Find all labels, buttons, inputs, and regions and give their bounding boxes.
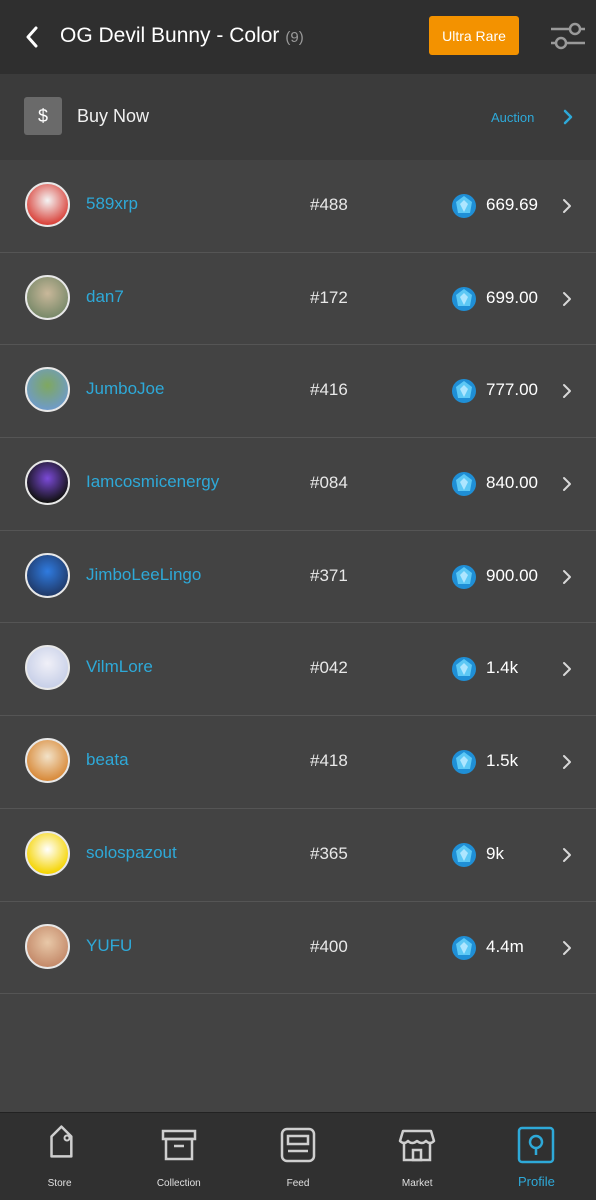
- avatar[interactable]: [25, 274, 70, 320]
- serial-number: #365: [310, 843, 348, 863]
- chevron-right-icon[interactable]: [562, 754, 572, 770]
- listing-price: 1.4k: [486, 658, 519, 678]
- chevron-right-icon[interactable]: [562, 476, 572, 492]
- chevron-right-icon[interactable]: [562, 661, 572, 677]
- serial-number: #418: [310, 751, 348, 771]
- page-title: OG Devil Bunny - Color (9): [60, 24, 304, 48]
- listing-price: 840.00: [486, 473, 538, 493]
- seller-username[interactable]: solospazout: [86, 843, 177, 863]
- gem-currency-icon: [452, 472, 476, 497]
- avatar[interactable]: [25, 552, 70, 598]
- seller-username[interactable]: YUFU: [86, 936, 132, 956]
- seller-username[interactable]: VilmLore: [86, 657, 153, 677]
- chevron-right-icon[interactable]: [562, 383, 572, 399]
- item-count: (9): [285, 29, 304, 46]
- gem-currency-icon: [452, 564, 476, 589]
- listing-price: 4.4m: [486, 936, 524, 956]
- listing-row[interactable]: dan7 #172 699.00: [0, 253, 596, 346]
- profile-icon: [518, 1126, 555, 1164]
- market-stall-icon: [398, 1129, 436, 1162]
- tag-icon: [49, 1125, 73, 1158]
- avatar[interactable]: [25, 645, 70, 691]
- listing-row[interactable]: JimboLeeLingo #371 900.00: [0, 531, 596, 624]
- gem-currency-icon: [452, 379, 476, 404]
- chevron-right-icon: [563, 109, 573, 125]
- gem-currency-icon: [452, 842, 476, 867]
- feed-icon: [280, 1127, 316, 1163]
- seller-username[interactable]: dan7: [86, 287, 124, 307]
- seller-username[interactable]: 589xrp: [86, 194, 138, 214]
- nav-profile[interactable]: Profile: [477, 1113, 596, 1200]
- gem-currency-icon: [452, 286, 476, 311]
- serial-number: #084: [310, 473, 348, 493]
- seller-username[interactable]: JimboLeeLingo: [86, 565, 201, 585]
- chevron-left-icon: [26, 26, 38, 48]
- serial-number: #042: [310, 658, 348, 678]
- archive-box-icon: [161, 1129, 197, 1161]
- chevron-right-icon[interactable]: [562, 291, 572, 307]
- back-button[interactable]: [18, 22, 46, 52]
- rarity-badge-button[interactable]: Ultra Rare: [429, 16, 519, 55]
- avatar[interactable]: [25, 923, 70, 969]
- avatar[interactable]: [25, 182, 70, 227]
- gem-currency-icon: [452, 750, 476, 775]
- nav-store[interactable]: Store: [0, 1113, 119, 1200]
- avatar[interactable]: [25, 738, 70, 784]
- auction-link[interactable]: Auction: [491, 110, 534, 125]
- bottom-navigation: Store Collection Feed Market Profile: [0, 1112, 596, 1200]
- chevron-right-icon[interactable]: [562, 847, 572, 863]
- chevron-right-icon[interactable]: [562, 569, 572, 585]
- nav-collection[interactable]: Collection: [119, 1113, 238, 1200]
- chevron-right-icon[interactable]: [562, 940, 572, 956]
- listing-price: 900.00: [486, 565, 538, 585]
- listing-price: 1.5k: [486, 751, 519, 771]
- seller-username[interactable]: beata: [86, 750, 129, 770]
- avatar[interactable]: [25, 367, 70, 413]
- gem-currency-icon: [452, 935, 476, 960]
- nav-market[interactable]: Market: [358, 1113, 477, 1200]
- avatar[interactable]: [25, 830, 70, 876]
- listing-price: 669.69: [486, 195, 538, 214]
- top-bar: OG Devil Bunny - Color (9) Ultra Rare: [0, 0, 596, 74]
- seller-username[interactable]: Iamcosmicenergy: [86, 472, 219, 492]
- serial-number: #416: [310, 380, 348, 400]
- dollar-icon: $: [24, 97, 62, 135]
- listing-price: 9k: [486, 843, 504, 863]
- listing-row[interactable]: VilmLore #042 1.4k: [0, 623, 596, 717]
- nav-store-label: Store: [47, 1178, 72, 1189]
- item-title: OG Devil Bunny - Color: [60, 24, 280, 47]
- nav-market-label: Market: [401, 1178, 433, 1189]
- listing-price: 777.00: [486, 380, 538, 400]
- buy-now-label[interactable]: Buy Now: [77, 106, 149, 127]
- gem-currency-icon: [452, 657, 476, 682]
- chevron-right-icon[interactable]: [562, 198, 572, 214]
- listing-row[interactable]: YUFU #400 4.4m: [0, 902, 596, 995]
- listing-row[interactable]: beata #418 1.5k: [0, 716, 596, 809]
- listing-row[interactable]: JumboJoe #416 777.00: [0, 345, 596, 439]
- filter-button[interactable]: [549, 20, 585, 52]
- listing-row[interactable]: 589xrp #488 669.69: [0, 160, 596, 253]
- listing-list: 589xrp #488 669.69 dan7 #172 699.00 JumboJoe #4…: [0, 160, 596, 995]
- nav-feed[interactable]: Feed: [238, 1113, 357, 1200]
- gem-currency-icon: [452, 194, 476, 218]
- serial-number: #400: [310, 936, 348, 956]
- nav-feed-label: Feed: [286, 1178, 310, 1189]
- nav-profile-label: Profile: [517, 1174, 555, 1189]
- avatar[interactable]: [25, 460, 70, 506]
- nav-collection-label: Collection: [156, 1178, 201, 1189]
- listing-price: 699.00: [486, 287, 538, 307]
- sliders-icon: [551, 22, 585, 50]
- listing-row[interactable]: Iamcosmicenergy #084 840.00: [0, 438, 596, 531]
- serial-number: #172: [310, 287, 348, 307]
- sale-type-bar: $ Buy Now Auction: [0, 74, 596, 160]
- auction-chevron-icon[interactable]: [561, 107, 575, 127]
- serial-number: #371: [310, 565, 348, 585]
- listing-row[interactable]: solospazout #365 9k: [0, 809, 596, 902]
- serial-number: #488: [310, 195, 348, 214]
- seller-username[interactable]: JumboJoe: [86, 379, 164, 399]
